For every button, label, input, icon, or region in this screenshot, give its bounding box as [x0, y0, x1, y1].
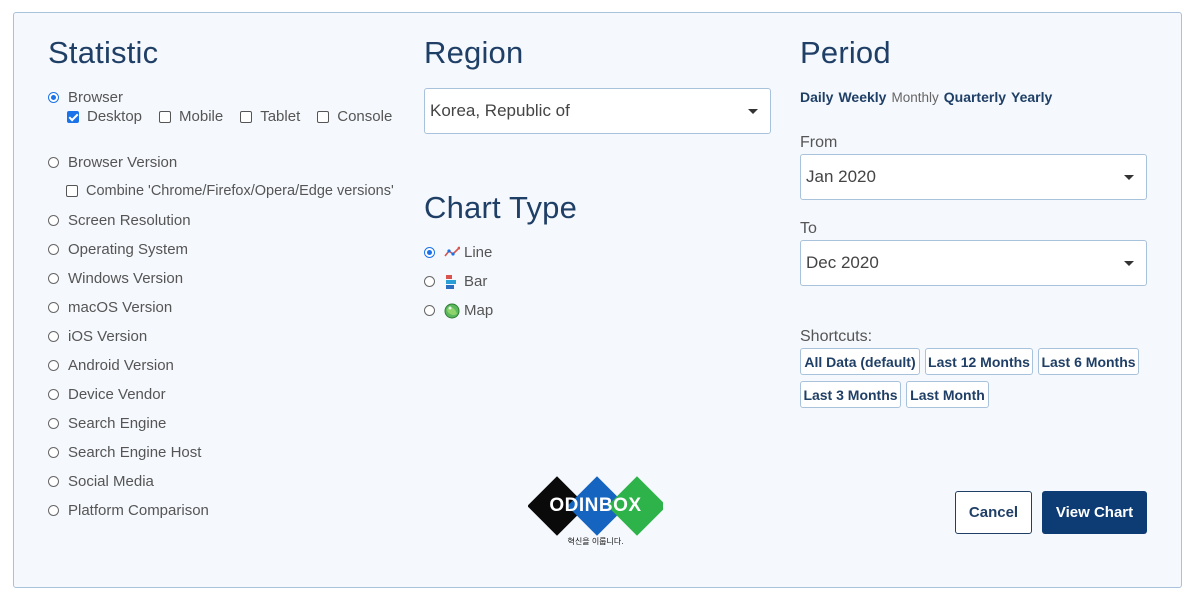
checkbox-console[interactable]: Console: [317, 108, 392, 125]
checkbox[interactable]: [240, 110, 253, 123]
globe-icon: [444, 303, 460, 318]
radio-button[interactable]: [48, 360, 59, 371]
radio-label: Android Version: [68, 357, 174, 374]
radio-search-engine[interactable]: Search Engine: [48, 415, 166, 432]
radio-label: macOS Version: [68, 299, 173, 316]
radio-chart-bar[interactable]: Bar: [424, 273, 487, 290]
radio-button[interactable]: [48, 505, 59, 516]
radio-button[interactable]: [48, 157, 59, 168]
radio-label: Map: [464, 302, 494, 319]
radio-device-vendor[interactable]: Device Vendor: [48, 386, 166, 403]
radio-button[interactable]: [48, 389, 59, 400]
shortcuts-label: Shortcuts:: [800, 328, 873, 345]
chevron-down-icon: [1124, 261, 1134, 266]
radio-label: Social Media: [68, 473, 154, 490]
checkbox-combine-versions[interactable]: Combine 'Chrome/Firefox/Opera/Edge versi…: [66, 183, 394, 199]
radio-social-media[interactable]: Social Media: [48, 473, 154, 490]
radio-windows-version[interactable]: Windows Version: [48, 270, 183, 287]
period-granularity: Daily Weekly Monthly Quarterly Yearly: [800, 89, 1052, 105]
radio-android-version[interactable]: Android Version: [48, 357, 174, 374]
to-label: To: [800, 220, 817, 237]
period-quarterly-link[interactable]: Quarterly: [944, 89, 1006, 105]
bar-chart-icon: [446, 274, 456, 289]
radio-browser-version[interactable]: Browser Version: [48, 154, 177, 171]
period-weekly-link[interactable]: Weekly: [838, 89, 886, 105]
radio-label: Line: [464, 244, 493, 261]
region-select[interactable]: Korea, Republic of: [424, 88, 771, 134]
region-heading: Region: [424, 35, 524, 70]
line-chart-icon: [444, 246, 460, 256]
radio-label: Search Engine: [68, 415, 167, 432]
logo-wordmark: ODINBOX: [549, 495, 642, 516]
radio-label: Screen Resolution: [68, 212, 191, 229]
platform-checkboxes: Desktop Mobile Tablet Console: [67, 108, 392, 125]
to-select[interactable]: Dec 2020: [800, 240, 1147, 286]
region-selected-value: Korea, Republic of: [430, 101, 570, 120]
radio-label: Browser Version: [68, 154, 178, 171]
checkbox-label: Console: [337, 108, 393, 125]
statistic-heading: Statistic: [48, 35, 159, 70]
radio-button[interactable]: [48, 302, 59, 313]
from-label: From: [800, 134, 838, 151]
radio-label: Bar: [464, 273, 488, 290]
radio-button[interactable]: [48, 273, 59, 284]
checkbox-mobile[interactable]: Mobile: [159, 108, 223, 125]
checkbox[interactable]: [317, 110, 330, 123]
checkbox[interactable]: [159, 110, 172, 123]
radio-label: Windows Version: [68, 270, 184, 287]
radio-button[interactable]: [48, 215, 59, 226]
checkbox-label: Mobile: [179, 108, 224, 125]
logo-tagline: 혁신을 이룹니다.: [567, 537, 624, 546]
shortcut-last-6-months-button[interactable]: Last 6 Months: [1038, 348, 1139, 375]
radio-button[interactable]: [48, 244, 59, 255]
from-selected-value: Jan 2020: [806, 167, 876, 186]
checkbox-desktop[interactable]: Desktop: [67, 108, 142, 125]
radio-macos-version[interactable]: macOS Version: [48, 299, 172, 316]
radio-chart-map[interactable]: Map: [424, 302, 493, 319]
from-select[interactable]: Jan 2020: [800, 154, 1147, 200]
odinbox-logo: ODINBOX 혁신을 이룹니다.: [527, 475, 667, 550]
radio-button[interactable]: [48, 476, 59, 487]
checkbox[interactable]: [66, 185, 78, 197]
radio-browser[interactable]: Browser: [48, 89, 123, 106]
checkbox-label: Combine 'Chrome/Firefox/Opera/Edge versi…: [86, 183, 394, 199]
radio-platform-comparison[interactable]: Platform Comparison: [48, 502, 209, 519]
radio-chart-line[interactable]: Line: [424, 244, 492, 261]
radio-button[interactable]: [48, 447, 59, 458]
period-yearly-link[interactable]: Yearly: [1011, 89, 1052, 105]
view-chart-button[interactable]: View Chart: [1042, 491, 1147, 534]
radio-button[interactable]: [48, 331, 59, 342]
radio-operating-system[interactable]: Operating System: [48, 241, 188, 258]
shortcut-last-3-months-button[interactable]: Last 3 Months: [800, 381, 901, 408]
radio-screen-resolution[interactable]: Screen Resolution: [48, 212, 191, 229]
shortcut-all-data-button[interactable]: All Data (default): [800, 348, 920, 375]
shortcut-last-month-button[interactable]: Last Month: [906, 381, 989, 408]
radio-label: iOS Version: [68, 328, 148, 345]
period-heading: Period: [800, 35, 891, 70]
radio-button[interactable]: [424, 247, 435, 258]
radio-label: Device Vendor: [68, 386, 166, 403]
radio-button[interactable]: [48, 92, 59, 103]
checkbox-label: Tablet: [260, 108, 301, 125]
chevron-down-icon: [748, 109, 758, 114]
radio-button[interactable]: [48, 418, 59, 429]
radio-button[interactable]: [424, 305, 435, 316]
shortcut-last-12-months-button[interactable]: Last 12 Months: [925, 348, 1033, 375]
checkbox-tablet[interactable]: Tablet: [240, 108, 300, 125]
chart-type-heading: Chart Type: [424, 190, 578, 225]
checkbox-label: Desktop: [87, 108, 143, 125]
to-selected-value: Dec 2020: [806, 253, 879, 272]
radio-label: Platform Comparison: [68, 502, 209, 519]
checkbox[interactable]: [67, 110, 79, 123]
radio-label: Search Engine Host: [68, 444, 202, 461]
radio-search-engine-host[interactable]: Search Engine Host: [48, 444, 201, 461]
radio-label: Operating System: [68, 241, 189, 258]
radio-label: Browser: [68, 89, 124, 106]
period-monthly-current: Monthly: [891, 90, 939, 105]
chevron-down-icon: [1124, 175, 1134, 180]
period-daily-link[interactable]: Daily: [800, 89, 833, 105]
radio-button[interactable]: [424, 276, 435, 287]
radio-ios-version[interactable]: iOS Version: [48, 328, 147, 345]
cancel-button[interactable]: Cancel: [955, 491, 1032, 534]
